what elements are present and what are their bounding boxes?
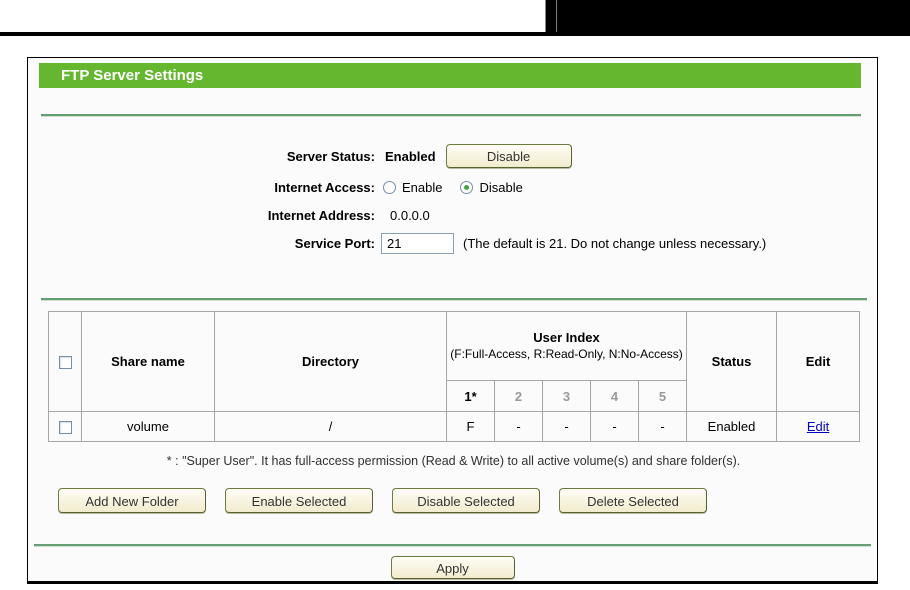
- user-col-1: 1*: [446, 380, 495, 412]
- row-user-3: -: [542, 411, 591, 442]
- user-col-4: 4: [590, 380, 639, 412]
- enable-selected-button[interactable]: Enable Selected: [225, 488, 373, 513]
- row-share-name: volume: [81, 411, 215, 442]
- disable-server-button[interactable]: Disable: [445, 144, 572, 168]
- user-index-title: User Index: [533, 330, 600, 345]
- col-directory: Directory: [214, 311, 447, 412]
- table-row: volume / F - - - - Enabled Edit: [48, 411, 861, 442]
- top-banner-fragment: [545, 0, 910, 32]
- row-select-cell: [48, 411, 82, 442]
- disable-radio[interactable]: [460, 180, 474, 194]
- select-all-cell: [48, 311, 82, 412]
- separator: [41, 114, 861, 117]
- disable-selected-button[interactable]: Disable Selected: [392, 488, 540, 513]
- row-user-1: F: [446, 411, 495, 442]
- enable-radio-label: Enable: [402, 179, 443, 195]
- row-edit-cell: Edit: [776, 411, 861, 442]
- col-status: Status: [686, 311, 778, 412]
- user-col-2: 2: [494, 380, 543, 412]
- ftp-settings-panel: FTP Server Settings Server Status: Enabl…: [27, 57, 878, 584]
- internet-access-label: Internet Access:: [274, 179, 375, 195]
- internet-access-options: Enable Disable: [383, 180, 523, 195]
- internet-address-label: Internet Address:: [267, 207, 375, 223]
- page-title: FTP Server Settings: [39, 63, 861, 88]
- col-user-index: User Index (F:Full-Access, R:Read-Only, …: [445, 311, 688, 381]
- internet-access-row: Internet Access: Enable Disable: [28, 176, 877, 198]
- service-port-row: Service Port: (The default is 21. Do not…: [28, 231, 877, 255]
- internet-address-value: 0.0.0.0: [390, 207, 430, 223]
- apply-row: Apply: [28, 556, 877, 579]
- add-new-folder-button[interactable]: Add New Folder: [58, 488, 206, 513]
- separator: [34, 544, 871, 547]
- row-checkbox[interactable]: [58, 421, 72, 435]
- separator: [41, 298, 867, 301]
- top-horizontal-rule: [0, 32, 910, 36]
- banner-divider-line: [556, 0, 557, 32]
- col-share-name: Share name: [81, 311, 215, 412]
- ftp-settings-form: Server Status: Enabled Disable Internet …: [28, 144, 877, 255]
- server-status-value: Enabled: [385, 148, 436, 164]
- service-port-input[interactable]: [381, 232, 454, 254]
- row-directory: /: [214, 411, 447, 442]
- internet-address-row: Internet Address: 0.0.0.0: [28, 204, 877, 226]
- share-folders-table: Share name Directory User Index (F:Full-…: [48, 311, 861, 442]
- service-port-label: Service Port:: [294, 235, 375, 251]
- super-user-footnote: * : "Super User". It has full-access per…: [166, 454, 741, 468]
- apply-button[interactable]: Apply: [390, 556, 515, 579]
- delete-selected-button[interactable]: Delete Selected: [559, 488, 707, 513]
- row-user-5: -: [637, 411, 688, 442]
- user-index-subtitle: (F:Full-Access, R:Read-Only, N:No-Access…: [450, 347, 683, 361]
- server-status-row: Server Status: Enabled Disable: [28, 144, 877, 168]
- user-col-5: 5: [637, 380, 688, 412]
- disable-radio-label: Disable: [479, 179, 523, 195]
- row-user-4: -: [590, 411, 639, 442]
- service-port-note: (The default is 21. Do not change unless…: [463, 235, 767, 251]
- radio-selected-dot: [464, 184, 470, 190]
- server-status-label: Server Status:: [286, 148, 375, 164]
- col-edit: Edit: [776, 311, 861, 412]
- select-all-checkbox[interactable]: [58, 356, 72, 370]
- edit-link[interactable]: Edit: [807, 419, 829, 434]
- row-user-2: -: [494, 411, 543, 442]
- row-status: Enabled: [686, 411, 778, 442]
- enable-radio[interactable]: [383, 180, 396, 194]
- user-col-3: 3: [542, 380, 591, 412]
- action-buttons-row: Add New Folder Enable Selected Disable S…: [58, 488, 726, 513]
